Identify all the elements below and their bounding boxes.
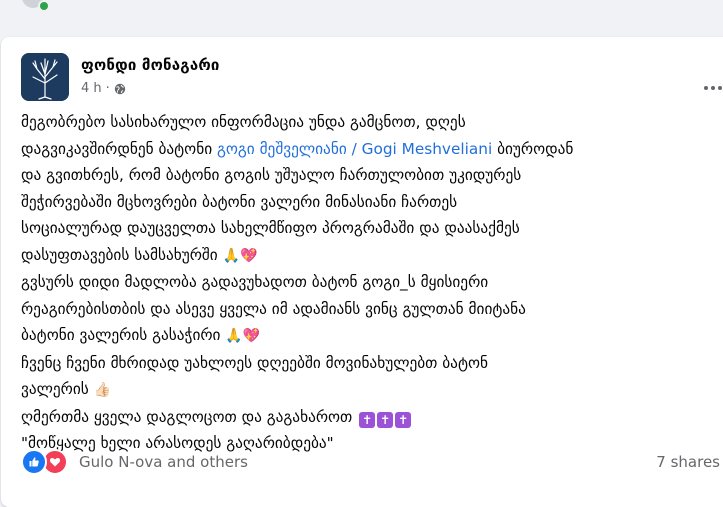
post-line: რეაგირებისთბის და ასევე ყველა იმ ადამიან… (21, 296, 711, 323)
mention-link[interactable]: გოგი მეშველიანი / Gogi Meshveliani (217, 140, 492, 158)
thumbs-up-emoji-icon: 👍🏻 (93, 382, 112, 398)
post-line: და გვითხრეს, რომ ბატონი გოგის უშუალო ჩარ… (21, 162, 711, 189)
like-icon (21, 449, 47, 475)
post-line: დასუფთავების სამსახურში 🙏💖 (21, 242, 711, 270)
more-options-button[interactable] (703, 79, 723, 91)
cross-emoji-icon: ✝ (377, 411, 394, 428)
cross-emoji-icon: ✝ (395, 411, 412, 428)
line-text: ვალერის (21, 380, 89, 398)
post-card: ფონდი მონაგარი 4 h · მეგობრებო სასიხარულ… (1, 37, 723, 507)
cross-emoji-icon: ✝ (359, 411, 376, 428)
post-line: დაგვიკავშირდნენ ბატონი გოგი მეშველიანი /… (21, 136, 711, 163)
line-text: დასუფთავების სამსახურში (21, 245, 218, 264)
post-line: ჩვენც ჩვენი მხრიდად უახლოეს დღეებში მოვი… (21, 350, 711, 377)
post-line: გვსურს დიდი მადლობა გადავუხადოთ ბატონ გო… (21, 269, 711, 296)
post-body: მეგობრებო სასიხარულო ინფორმაცია უნდა გამ… (21, 109, 711, 457)
shares-count[interactable]: 7 shares (656, 453, 720, 471)
post-line: ღმერთმა ყველა დაგლოცოთ და გაგახაროთ ✝ ✝ ✝ (21, 404, 711, 431)
pray-heart-emoji-icon: 🙏💖 (225, 328, 261, 344)
line-text: რეაგირებისთბის და ასევე ყველა იმ ადამიან… (21, 299, 526, 318)
line-text: ბიუროდან (492, 139, 574, 158)
reaction-icons[interactable] (21, 449, 68, 475)
line-text: და გვითხრეს, რომ ბატონი გოგის უშუალო ჩარ… (21, 166, 522, 184)
tree-logo-icon (21, 53, 69, 101)
post-time[interactable]: 4 h (81, 81, 102, 96)
line-text: დაგვიკავშირდნენ ბატონი (21, 139, 217, 158)
post-footer: Gulo N-ova and others 7 shares (21, 449, 721, 475)
meta-separator: · (105, 81, 110, 96)
line-text: სოციალურად დაუცველთა სახელმწიფო პროგრამა… (21, 219, 520, 237)
line-text: ბატონი ვალერის გასაჭირი (21, 326, 221, 344)
pray-heart-emoji-icon: 🙏💖 (222, 247, 258, 264)
page-avatar[interactable] (21, 53, 69, 101)
post-meta: 4 h · (81, 81, 126, 96)
line-text: მეგობრებო სასიხარულო ინფორმაცია უნდა გამ… (21, 113, 466, 131)
page-name[interactable]: ფონდი მონაგარი (81, 56, 220, 74)
post-line: მეგობრებო სასიხარულო ინფორმაცია უნდა გამ… (21, 109, 711, 136)
post-line: სოციალურად დაუცველთა სახელმწიფო პროგრამა… (21, 215, 711, 242)
line-text: გვსურს დიდი მადლობა გადავუხადოთ ბატონ გო… (21, 273, 489, 291)
post-line: ბატონი ვალერის გასაჭირი 🙏💖 (21, 322, 711, 350)
reactions-summary[interactable]: Gulo N-ova and others (79, 453, 248, 471)
line-text: ღმერთმა ყველა დაგლოცოთ და გაგახაროთ (21, 407, 353, 426)
more-icon (704, 86, 722, 90)
globe-icon[interactable] (114, 83, 126, 95)
previous-post-avatar (0, 0, 100, 12)
online-status-dot (38, 0, 50, 12)
post-header: ფონდი მონაგარი 4 h · (21, 53, 723, 101)
post-line: ვალერის 👍🏻 (21, 376, 711, 404)
line-text: ჩვენც ჩვენი მხრიდად უახლოეს დღეებში მოვი… (21, 353, 488, 372)
post-line: შეჭირვებაში მცხოვრები ბატონი ვალერი მინა… (21, 189, 711, 216)
line-text: შეჭირვებაში მცხოვრები ბატონი ვალერი მინა… (21, 192, 458, 211)
